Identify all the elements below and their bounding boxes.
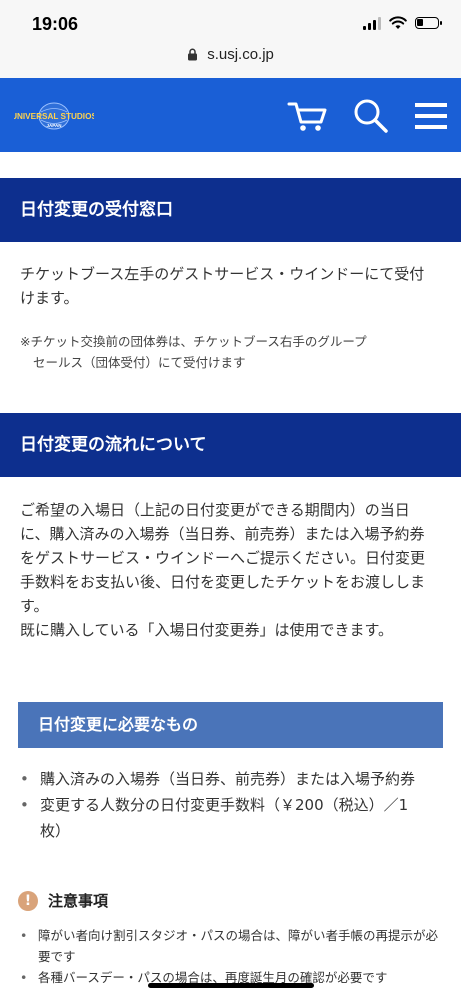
wifi-icon	[389, 16, 407, 29]
url-text: s.usj.co.jp	[207, 46, 274, 63]
site-header: UNIVERSAL STUDIOS JAPAN	[0, 78, 461, 152]
lock-icon	[188, 48, 198, 61]
flow-text-note: 既に購入している「入場日付変更券」は使用できます。	[20, 621, 394, 639]
battery-icon	[415, 17, 442, 29]
menu-button[interactable]	[409, 96, 453, 136]
logo-text: UNIVERSAL STUDIOS	[14, 112, 94, 121]
status-icons	[363, 16, 442, 30]
subheading-required: 日付変更に必要なもの	[18, 702, 443, 748]
status-time: 19:06	[32, 14, 79, 34]
cart-button[interactable]	[286, 96, 330, 136]
list-item: 購入済みの入場券（当日券、前売券）または入場予約券	[20, 766, 430, 792]
required-list: 購入済みの入場券（当日券、前売券）または入場予約券 変更する人数分の日付変更手数…	[20, 766, 430, 844]
caution-title: 注意事項	[48, 892, 109, 910]
menu-icon	[415, 103, 447, 129]
address-bar[interactable]: s.usj.co.jp	[0, 44, 461, 78]
reception-note-line2: セールス（団体受付）にて受付けます	[33, 355, 246, 370]
list-item: 障がい者向け割引スタジオ・パスの場合は、障がい者手帳の再提示が必要です	[20, 925, 440, 967]
caution-list: 障がい者向け割引スタジオ・パスの場合は、障がい者手帳の再提示が必要です 各種バー…	[20, 925, 440, 988]
section-heading-reception: 日付変更の受付窓口	[0, 178, 461, 242]
caution-heading: ! 注意事項	[18, 890, 108, 911]
flow-text: ご希望の入場日（上記の日付変更ができる期間内）の当日に、購入済みの入場券（当日券…	[20, 498, 425, 642]
cart-icon	[287, 102, 327, 131]
usj-logo[interactable]: UNIVERSAL STUDIOS JAPAN	[11, 100, 97, 130]
reception-note: ※チケット交換前の団体券は、チケットブース右手のグループ セールス（団体受付）に…	[20, 331, 430, 373]
search-icon	[354, 99, 388, 133]
list-item: 変更する人数分の日付変更手数料（￥200（税込）／1枚）	[20, 792, 430, 844]
cellular-signal-icon	[363, 16, 381, 30]
home-indicator	[148, 983, 314, 988]
logo-subtext: JAPAN	[47, 123, 62, 128]
flow-text-body: ご希望の入場日（上記の日付変更ができる期間内）の当日に、購入済みの入場券（当日券…	[20, 501, 426, 615]
exclamation-icon: !	[18, 890, 38, 911]
status-bar: 19:06	[0, 0, 461, 44]
reception-note-line1: ※チケット交換前の団体券は、チケットブース右手のグループ	[20, 334, 367, 349]
search-button[interactable]	[349, 96, 393, 136]
reception-text: チケットブース左手のゲストサービス・ウインドーにて受付けます。	[20, 265, 425, 307]
section-heading-flow: 日付変更の流れについて	[0, 413, 461, 477]
